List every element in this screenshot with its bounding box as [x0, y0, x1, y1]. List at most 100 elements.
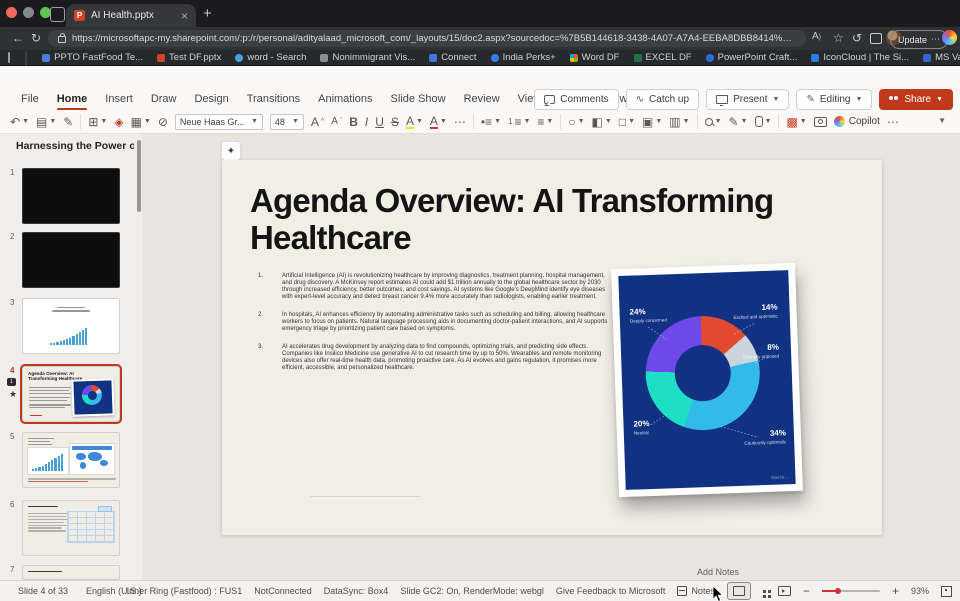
- grow-font-button[interactable]: A^: [311, 115, 324, 129]
- add-notes-label[interactable]: Add Notes: [697, 567, 739, 577]
- bookmark-item[interactable]: Test DF.pptx: [157, 52, 221, 63]
- tab-preview-icon[interactable]: [50, 7, 65, 22]
- bullets-button[interactable]: •≡▼: [481, 115, 501, 129]
- new-slide-button[interactable]: ⊞▼: [88, 115, 107, 129]
- more-font-options-icon[interactable]: ⋯: [454, 115, 466, 129]
- collections-icon[interactable]: [870, 33, 882, 44]
- format-painter-button[interactable]: ✎: [63, 115, 73, 129]
- browser-update-button[interactable]: Update ⋯: [890, 30, 948, 49]
- history-icon[interactable]: ↺: [852, 31, 862, 45]
- bookmark-item[interactable]: Nonimmigrant Vis...: [320, 52, 415, 63]
- shrink-font-button[interactable]: Aˇ: [331, 116, 342, 127]
- comments-button[interactable]: Comments: [534, 89, 618, 110]
- feedback-link[interactable]: Give Feedback to Microsoft: [556, 586, 666, 596]
- font-size-select[interactable]: 48▼: [270, 114, 304, 130]
- donut-chart-card[interactable]: 24% Deeply concerned 14% Excited and opt…: [611, 263, 803, 497]
- bookmark-item[interactable]: India Perks+: [491, 52, 556, 63]
- slide-thumbnail-4-selected[interactable]: Agenda Overview: AI Transforming Healthc…: [22, 366, 120, 422]
- menu-review[interactable]: Review: [455, 90, 509, 108]
- share-button[interactable]: Share▼: [879, 89, 953, 110]
- slide-editor[interactable]: Agenda Overview: AI Transforming Healthc…: [222, 160, 882, 535]
- shape-outline-button[interactable]: □▼: [619, 115, 635, 129]
- zoom-in-button[interactable]: +: [892, 584, 899, 598]
- bookmark-item[interactable]: PowerPoint Craft...: [706, 52, 798, 63]
- read-aloud-icon[interactable]: A): [812, 31, 821, 42]
- arrange-button[interactable]: ▣▼: [642, 115, 662, 129]
- slide-thumbnail-1[interactable]: [22, 168, 120, 224]
- slide-thumbnail-7[interactable]: [22, 565, 120, 580]
- menu-animations[interactable]: Animations: [309, 90, 381, 108]
- slide-body-list[interactable]: 1. Artificial Intelligence (AI) is revol…: [258, 273, 614, 382]
- slide-title[interactable]: Agenda Overview: AI Transforming Healthc…: [250, 182, 830, 257]
- new-tab-button[interactable]: +: [203, 5, 212, 22]
- zoom-out-button[interactable]: −: [803, 584, 810, 598]
- align-button[interactable]: ≡▼: [537, 115, 553, 129]
- undo-button[interactable]: ↶▼: [10, 115, 29, 129]
- window-minimize-button[interactable]: [23, 7, 34, 18]
- hide-slide-button[interactable]: ⊘: [158, 115, 168, 129]
- ribbon-overflow-icon[interactable]: ⋯: [887, 115, 899, 129]
- designer-pane-button[interactable]: ▩▼: [786, 115, 806, 129]
- editing-mode-button[interactable]: ✎Editing▼: [796, 89, 872, 110]
- dictate-mic-button[interactable]: ▼: [755, 116, 772, 127]
- find-button[interactable]: ▼: [705, 118, 722, 126]
- menu-insert[interactable]: Insert: [96, 90, 142, 108]
- browser-sidebar-icon[interactable]: [8, 52, 10, 63]
- bookmark-item[interactable]: Word DF: [570, 52, 620, 63]
- numbering-button[interactable]: 1≡▼: [508, 115, 530, 129]
- ink-pen-button[interactable]: ✎▼: [729, 115, 748, 129]
- refresh-icon[interactable]: ↻: [31, 31, 41, 45]
- shapes-button[interactable]: ○▼: [568, 115, 584, 129]
- menu-home[interactable]: Home: [48, 90, 97, 108]
- designer-sparkle-button[interactable]: ✦: [221, 141, 241, 161]
- menu-draw[interactable]: Draw: [142, 90, 186, 108]
- bookmark-item[interactable]: word - Search: [235, 52, 306, 63]
- slide-thumbnail-3[interactable]: [22, 298, 120, 354]
- menu-transitions[interactable]: Transitions: [238, 90, 309, 108]
- zoom-level[interactable]: 93%: [911, 586, 929, 596]
- font-color-button[interactable]: A▼: [430, 115, 447, 129]
- zoom-slider-knob[interactable]: [835, 588, 841, 594]
- bold-button[interactable]: B: [349, 115, 358, 129]
- underline-button[interactable]: U: [375, 115, 384, 129]
- address-bar[interactable]: https://microsoftapc-my.sharepoint.com/:…: [48, 30, 806, 47]
- present-button[interactable]: Present▼: [706, 89, 789, 110]
- tab-close-icon[interactable]: ×: [181, 10, 188, 22]
- screenshot-button[interactable]: [814, 117, 827, 127]
- zoom-slider[interactable]: [822, 590, 880, 592]
- window-close-button[interactable]: [6, 7, 17, 18]
- fit-to-window-icon[interactable]: [941, 586, 952, 597]
- italic-button[interactable]: I: [365, 115, 368, 129]
- more-menu-icon[interactable]: ⋯: [931, 34, 940, 45]
- panel-scrollbar[interactable]: [137, 140, 141, 212]
- bookmark-item[interactable]: PPTO FastFood Te...: [42, 52, 143, 63]
- catch-up-button[interactable]: ∿Catch up: [626, 89, 699, 110]
- bookmark-item[interactable]: IconCloud | The Si...: [811, 52, 909, 63]
- slide-thumbnail-5[interactable]: [22, 432, 120, 488]
- layout-button[interactable]: ▦▼: [131, 115, 151, 129]
- menu-slide-show[interactable]: Slide Show: [382, 90, 455, 108]
- back-icon[interactable]: ←: [12, 31, 24, 45]
- strikethrough-button[interactable]: S: [391, 115, 399, 129]
- highlight-color-button[interactable]: A▼: [406, 115, 423, 129]
- slide-counter[interactable]: Slide 4 of 33: [18, 586, 68, 596]
- bookmark-item[interactable]: MS Vacation - Ho...: [923, 52, 960, 63]
- shape-fill-button[interactable]: ◧▼: [592, 115, 612, 129]
- paste-button[interactable]: ▤▼: [36, 115, 56, 129]
- normal-view-button[interactable]: [727, 582, 751, 600]
- merge-shapes-button[interactable]: ▥▼: [669, 115, 689, 129]
- slide-thumbnail-6[interactable]: [22, 500, 120, 556]
- menu-design[interactable]: Design: [185, 90, 237, 108]
- bookmark-item[interactable]: EXCEL DF: [634, 52, 692, 63]
- bookmark-item[interactable]: Connect: [429, 52, 476, 63]
- favorites-star-icon[interactable]: ☆: [833, 31, 844, 45]
- slideshow-view-icon[interactable]: [778, 586, 791, 596]
- font-name-select[interactable]: Neue Haas Gr...▼: [175, 114, 263, 130]
- copilot-button[interactable]: Copilot: [834, 116, 880, 127]
- edge-copilot-icon[interactable]: [942, 30, 957, 45]
- slide-thumbnail-2[interactable]: [22, 232, 120, 288]
- ribbon-collapse-icon[interactable]: ▼: [938, 116, 946, 125]
- slide-sorter-view-icon[interactable]: [763, 590, 766, 593]
- designer-button[interactable]: ◈: [114, 115, 123, 129]
- menu-file[interactable]: File: [12, 90, 48, 108]
